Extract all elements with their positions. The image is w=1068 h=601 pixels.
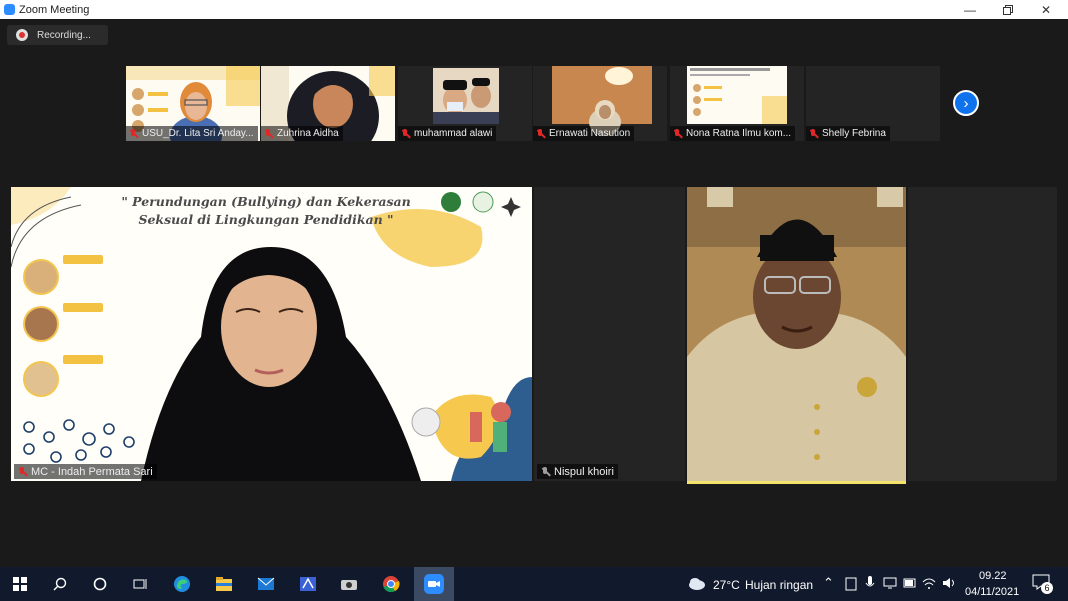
app-button[interactable] <box>295 572 321 596</box>
task-view-icon <box>133 579 147 589</box>
participant-name-tag: Nona Ratna Ilmu kom... <box>670 126 796 141</box>
weather-cloud-icon <box>689 578 705 590</box>
windows-taskbar: 27°C Hujan ringan ⌃ 09.22 04/11/2021 6 <box>0 567 1068 601</box>
record-icon <box>16 29 28 41</box>
mic-muted-icon <box>401 128 410 139</box>
restore-icon <box>1003 4 1013 15</box>
task-view-button[interactable] <box>127 572 153 596</box>
participant-name-tag: Nispul khoiri <box>537 464 618 479</box>
search-icon <box>53 577 67 591</box>
zoom-app-icon <box>4 4 15 15</box>
mail-button[interactable] <box>253 572 279 596</box>
clock-date[interactable]: 04/11/2021 <box>965 586 1019 598</box>
microphone-icon[interactable] <box>865 576 875 591</box>
app-icon <box>300 577 316 591</box>
mic-muted-icon <box>673 128 682 139</box>
participant-tile[interactable]: USU_Dr. Lita Sri Anday... <box>126 66 260 141</box>
mail-icon <box>257 577 275 590</box>
participant-name-tag: muhammad alawi <box>398 126 497 141</box>
weather-desc[interactable]: Hujan ringan <box>745 578 813 592</box>
speaker-tile-mc[interactable]: " Perundungan (Bullying) dan Kekerasan S… <box>11 187 532 481</box>
participant-name-tag: Zuhrina Aidha <box>261 126 343 141</box>
windows-start-button[interactable] <box>7 572 33 596</box>
participant-tile[interactable]: Shelly Febrina <box>806 66 940 141</box>
window-title: Zoom Meeting <box>19 3 90 16</box>
mic-icon <box>541 466 550 477</box>
participant-tile[interactable]: muhammad alawi <box>398 66 532 141</box>
notification-center-button[interactable]: 6 <box>1032 574 1053 594</box>
mic-muted-icon <box>536 128 545 139</box>
camera-button[interactable] <box>336 572 362 596</box>
cortana-icon <box>93 577 107 591</box>
participant-name-tag: Shelly Febrina <box>806 126 890 141</box>
participant-tile[interactable]: Nona Ratna Ilmu kom... <box>670 66 804 141</box>
mic-muted-icon <box>809 128 818 139</box>
camera-icon <box>341 580 357 590</box>
volume-icon[interactable] <box>942 577 956 589</box>
display-icon[interactable] <box>883 577 897 589</box>
folder-icon <box>216 577 232 591</box>
network-drive-icon[interactable] <box>845 577 857 591</box>
weather-temp[interactable]: 27°C <box>713 578 740 592</box>
windows-logo-icon <box>13 577 27 591</box>
battery-icon[interactable] <box>903 578 917 588</box>
wifi-icon[interactable] <box>922 577 936 589</box>
participant-tile[interactable]: Zuhrina Aidha <box>261 66 395 141</box>
mic-muted-icon <box>264 128 273 139</box>
speaker-tile-active[interactable] <box>687 187 906 484</box>
file-explorer-button[interactable] <box>211 572 237 596</box>
chevron-right-icon: › <box>963 94 969 112</box>
meeting-area: Recording... USU_Dr. Lita Sri Anday... Z… <box>0 19 1068 567</box>
participant-video <box>687 187 906 481</box>
recording-label: Recording... <box>37 29 91 41</box>
mic-muted-icon <box>18 466 27 477</box>
edge-icon <box>174 576 190 592</box>
empty-video-panel <box>908 187 1057 481</box>
restore-button[interactable] <box>989 0 1027 19</box>
speaker-tile-nispul[interactable]: Nispul khoiri <box>534 187 685 481</box>
zoom-taskbar-button[interactable] <box>414 567 454 601</box>
participant-name-tag: MC - Indah Permata Sari <box>14 464 157 479</box>
clock-time[interactable]: 09.22 <box>979 570 1007 582</box>
participant-tile[interactable]: Ernawati Nasution <box>533 66 667 141</box>
zoom-icon <box>424 574 444 594</box>
participant-video <box>141 247 421 481</box>
participant-name-tag: USU_Dr. Lita Sri Anday... <box>126 126 258 141</box>
edge-browser-button[interactable] <box>169 572 195 596</box>
window-titlebar: Zoom Meeting <box>0 0 1068 19</box>
show-hidden-icons-chevron-icon[interactable]: ⌃ <box>823 575 834 591</box>
chrome-button[interactable] <box>378 572 404 596</box>
mic-muted-icon <box>129 128 138 139</box>
notification-count-badge: 6 <box>1041 582 1053 594</box>
cortana-button[interactable] <box>87 572 113 596</box>
recording-indicator[interactable]: Recording... <box>7 25 108 45</box>
chrome-icon <box>383 576 400 593</box>
participant-name-tag: Ernawati Nasution <box>533 126 635 141</box>
minimize-button[interactable]: — <box>951 0 989 19</box>
close-button[interactable]: ✕ <box>1027 0 1065 19</box>
search-button[interactable] <box>47 572 73 596</box>
next-page-button[interactable]: › <box>953 90 979 116</box>
